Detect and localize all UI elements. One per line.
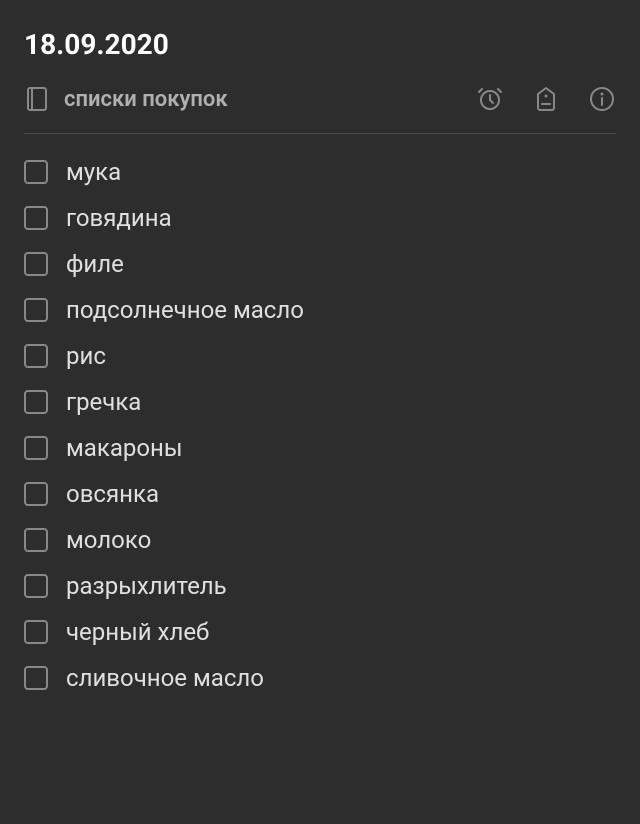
checklist-item-label[interactable]: разрыхлитель (66, 572, 227, 600)
checkbox[interactable] (24, 620, 48, 644)
checklist-item: разрыхлитель (24, 572, 616, 600)
checklist-item-label[interactable]: мука (66, 158, 121, 186)
notebook-label: списки покупок (64, 87, 228, 112)
checklist: мука говядина филе подсолнечное масло рис гре… (24, 158, 616, 692)
checkbox[interactable] (24, 344, 48, 368)
checklist-item: филе (24, 250, 616, 278)
checklist-item: сливочное масло (24, 664, 616, 692)
checklist-item-label[interactable]: макароны (66, 434, 183, 462)
checklist-item: подсолнечное масло (24, 296, 616, 324)
toolbar-actions (476, 85, 616, 113)
checkbox[interactable] (24, 528, 48, 552)
checkbox[interactable] (24, 574, 48, 598)
checklist-item: говядина (24, 204, 616, 232)
checkbox[interactable] (24, 160, 48, 184)
checklist-item-label[interactable]: молоко (66, 526, 151, 554)
checkbox[interactable] (24, 390, 48, 414)
checklist-item: молоко (24, 526, 616, 554)
checkbox[interactable] (24, 298, 48, 322)
alarm-icon (477, 86, 503, 112)
reminder-button[interactable] (476, 85, 504, 113)
checkbox[interactable] (24, 436, 48, 460)
checklist-item: гречка (24, 388, 616, 416)
note-title[interactable]: 18.09.2020 (24, 28, 616, 61)
info-icon (589, 86, 615, 112)
checklist-item-label[interactable]: говядина (66, 204, 172, 232)
checklist-item-label[interactable]: сливочное масло (66, 664, 264, 692)
checkbox[interactable] (24, 666, 48, 690)
checklist-item-label[interactable]: гречка (66, 388, 141, 416)
checklist-item-label[interactable]: овсянка (66, 480, 159, 508)
checklist-item-label[interactable]: филе (66, 250, 124, 278)
notebook-icon (24, 87, 48, 111)
checklist-item: мука (24, 158, 616, 186)
checklist-item-label[interactable]: черный хлеб (66, 618, 209, 646)
checklist-item: черный хлеб (24, 618, 616, 646)
checkbox[interactable] (24, 252, 48, 276)
toolbar: списки покупок (24, 85, 616, 134)
checkbox[interactable] (24, 482, 48, 506)
notebook-selector[interactable]: списки покупок (24, 87, 476, 112)
checklist-item: овсянка (24, 480, 616, 508)
checkbox[interactable] (24, 206, 48, 230)
info-button[interactable] (588, 85, 616, 113)
tag-button[interactable] (532, 85, 560, 113)
checklist-item-label[interactable]: подсолнечное масло (66, 296, 304, 324)
checklist-item-label[interactable]: рис (66, 342, 106, 370)
checklist-item: рис (24, 342, 616, 370)
tag-icon (534, 86, 558, 112)
checklist-item: макароны (24, 434, 616, 462)
